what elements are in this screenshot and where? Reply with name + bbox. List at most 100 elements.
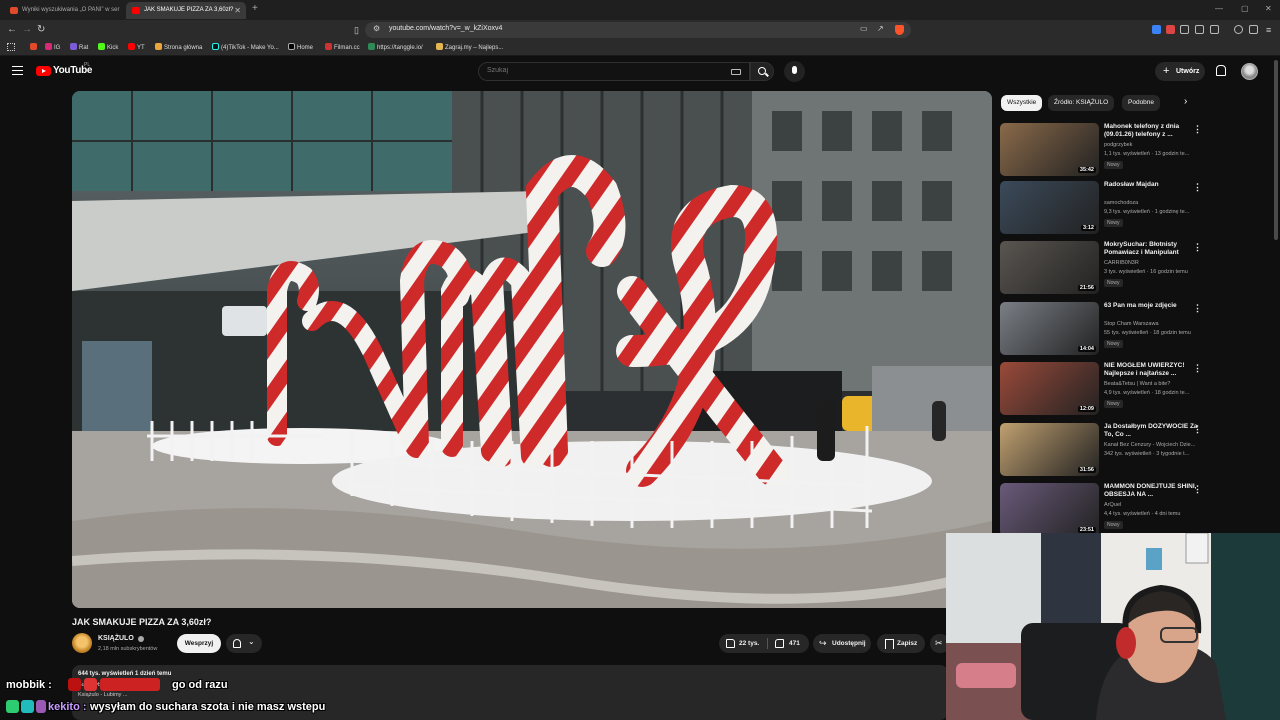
more-options-icon[interactable]: ⋮ <box>1193 424 1202 435</box>
close-window-icon[interactable]: ✕ <box>1265 4 1272 13</box>
scrollbar[interactable] <box>1274 60 1278 240</box>
search-button[interactable] <box>750 62 774 81</box>
save-button[interactable]: Zapisz <box>877 634 925 653</box>
share-page-icon[interactable]: ↗ <box>877 24 884 33</box>
video-thumbnail[interactable]: 12:09 <box>1000 362 1099 415</box>
maximize-icon[interactable]: ▢ <box>1241 4 1249 13</box>
recommended-channel[interactable]: samochodoza <box>1104 200 1138 206</box>
voice-search-button[interactable] <box>784 61 805 82</box>
recommended-video[interactable]: 23:51 MAMMON DONEJTUJE SHINI, OBSESJA NA … <box>1000 483 1270 536</box>
thumbs-up-icon[interactable] <box>726 639 735 648</box>
bookmark-item[interactable] <box>30 43 39 51</box>
recommended-meta: 9,3 tys. wyświetleń · 1 godzinę te... <box>1104 209 1190 215</box>
bookmark-item[interactable]: (4)TikTok - Make Yo... <box>212 43 279 51</box>
bookmark-item[interactable]: Kick <box>98 43 118 51</box>
recommended-video[interactable]: 21:56 MokrySuchar: Błotnisty Pomawiacz i … <box>1000 241 1270 297</box>
video-player[interactable] <box>72 91 992 608</box>
minimize-icon[interactable]: — <box>1215 4 1223 13</box>
extension-icon[interactable] <box>1180 25 1189 34</box>
recommended-video[interactable]: 3:12 Radosław Majdan samochodoza 9,3 tys. w… <box>1000 181 1270 237</box>
menu-icon[interactable]: ≡ <box>1266 24 1271 36</box>
hamburger-menu-icon[interactable] <box>12 66 23 75</box>
more-options-icon[interactable]: ⋮ <box>1193 484 1202 495</box>
thumbs-down-icon[interactable] <box>775 639 784 648</box>
install-icon[interactable]: ▭ <box>860 24 868 33</box>
share-button[interactable]: Udostępnij <box>813 634 871 653</box>
forward-icon[interactable]: → <box>22 24 32 36</box>
recommended-channel[interactable]: CARRIB0N3R <box>1104 260 1139 266</box>
address-bar[interactable]: ⚙ youtube.com/watch?v=_w_kZiXoxv4 ▭ ↗ <box>365 22 911 38</box>
extension-icon[interactable] <box>1210 25 1219 34</box>
brave-shield-icon[interactable] <box>895 25 904 35</box>
keyboard-icon[interactable] <box>731 69 741 75</box>
more-options-icon[interactable]: ⋮ <box>1193 363 1202 374</box>
back-icon[interactable]: ← <box>7 24 17 36</box>
recommended-channel[interactable]: Stop Cham Warszawa <box>1104 321 1159 327</box>
new-tab-button[interactable]: + <box>252 3 258 14</box>
create-button[interactable]: Utwórz <box>1155 62 1205 81</box>
channel-name[interactable]: KSIĄŻULO <box>98 635 134 642</box>
bookmark-item[interactable]: Filman.cc <box>325 43 360 51</box>
wallet-icon[interactable] <box>1249 25 1258 34</box>
extension-icon[interactable] <box>1166 25 1175 34</box>
dislike-count[interactable]: 471 <box>789 634 800 653</box>
join-button[interactable]: Wesprzyj <box>177 634 221 653</box>
extension-icon[interactable] <box>1195 25 1204 34</box>
bookmark-item[interactable]: IG <box>45 43 60 51</box>
more-options-icon[interactable]: ⋮ <box>1193 242 1202 253</box>
chevron-right-icon[interactable]: › <box>1184 96 1187 107</box>
extension-icon[interactable] <box>1152 25 1161 34</box>
video-thumbnail[interactable]: 35:42 <box>1000 123 1099 176</box>
recommended-channel[interactable]: Beata&Tetsu | Want a bite? <box>1104 381 1170 387</box>
video-thumbnail[interactable]: 14:04 <box>1000 302 1099 355</box>
notifications-bell-icon[interactable] <box>1215 65 1226 76</box>
bookmark-item[interactable]: Strona główna <box>155 43 202 51</box>
tab-title: Wyniki wyszukiwania „O PANI” w ser <box>22 7 120 13</box>
apps-icon[interactable] <box>7 43 15 51</box>
search-input[interactable] <box>487 67 687 74</box>
chat-badge-icon <box>68 678 81 691</box>
chevron-down-icon: ⌄ <box>248 637 255 646</box>
chip-from-channel[interactable]: Źródło: KSIĄŻULO <box>1048 95 1115 111</box>
recommended-title[interactable]: Mahonek telefony z dnia (09.01.26) telef… <box>1104 123 1200 139</box>
like-count[interactable]: 22 tys. <box>739 634 759 653</box>
video-thumbnail[interactable]: 31:56 <box>1000 423 1099 476</box>
bookmark-item[interactable]: YT <box>128 43 145 51</box>
bookmark-item[interactable]: https://tanggle.io/ <box>368 43 423 51</box>
recommended-title[interactable]: MokrySuchar: Błotnisty Pomawiacz i Manip… <box>1104 241 1200 257</box>
more-options-icon[interactable]: ⋮ <box>1193 124 1202 135</box>
browser-tab-search[interactable]: Wyniki wyszukiwania „O PANI” w ser <box>4 2 122 19</box>
recommended-channel[interactable]: podgrzybek <box>1104 142 1132 148</box>
channel-avatar[interactable] <box>72 633 92 653</box>
video-thumbnail[interactable]: 23:51 <box>1000 483 1099 536</box>
recommended-title[interactable]: 63 Pan ma moje zdjęcie <box>1104 302 1200 310</box>
more-options-icon[interactable]: ⋮ <box>1193 303 1202 314</box>
bookmark-item[interactable]: Zagraj.my – Najleps... <box>436 43 503 51</box>
bookmark-item[interactable]: Rat <box>70 43 88 51</box>
recommended-title[interactable]: Ja Dostałbym DOŻYWOCIE Za To, Co ... <box>1104 423 1200 439</box>
recommended-title[interactable]: MAMMON DONEJTUJE SHINI, OBSESJA NA ... <box>1104 483 1200 499</box>
site-info-icon[interactable]: ⚙ <box>373 24 380 33</box>
bookmark-item[interactable]: Home <box>288 43 313 51</box>
browser-tab-active[interactable]: JAK SMAKUJE PIZZA ZA 3,60zł? ✕ <box>126 2 246 19</box>
recommended-video[interactable]: 31:56 Ja Dostałbym DOŻYWOCIE Za To, Co ..… <box>1000 423 1270 479</box>
recommended-title[interactable]: Radosław Majdan <box>1104 181 1200 189</box>
close-tab-icon[interactable]: ✕ <box>234 2 241 19</box>
recommended-channel[interactable]: ArQuel <box>1104 502 1121 508</box>
search-box[interactable] <box>478 62 750 81</box>
video-thumbnail[interactable]: 21:56 <box>1000 241 1099 294</box>
recommended-video[interactable]: 12:09 NIE MOGŁEM UWIERZYĆ! Najlepsze i na… <box>1000 362 1270 418</box>
subscribed-bell-button[interactable]: ⌄ <box>226 634 262 653</box>
chip-related[interactable]: Podobne <box>1122 95 1161 111</box>
media-icon[interactable] <box>1234 25 1243 34</box>
recommended-title[interactable]: NIE MOGŁEM UWIERZYĆ! Najlepsze i najtańs… <box>1104 362 1200 378</box>
recommended-video[interactable]: 35:42 Mahonek telefony z dnia (09.01.26) … <box>1000 123 1270 179</box>
account-avatar[interactable] <box>1241 63 1258 80</box>
bookmark-icon[interactable]: ▯ <box>354 24 359 36</box>
video-thumbnail[interactable]: 3:12 <box>1000 181 1099 234</box>
chip-all[interactable]: Wszystkie <box>1001 95 1043 111</box>
reload-icon[interactable]: ↻ <box>37 24 45 36</box>
more-options-icon[interactable]: ⋮ <box>1193 182 1202 193</box>
recommended-channel[interactable]: Kanał Bez Cenzury - Wojciech Dzie... <box>1104 442 1195 448</box>
recommended-video[interactable]: 14:04 63 Pan ma moje zdjęcie Stop Cham War… <box>1000 302 1270 358</box>
